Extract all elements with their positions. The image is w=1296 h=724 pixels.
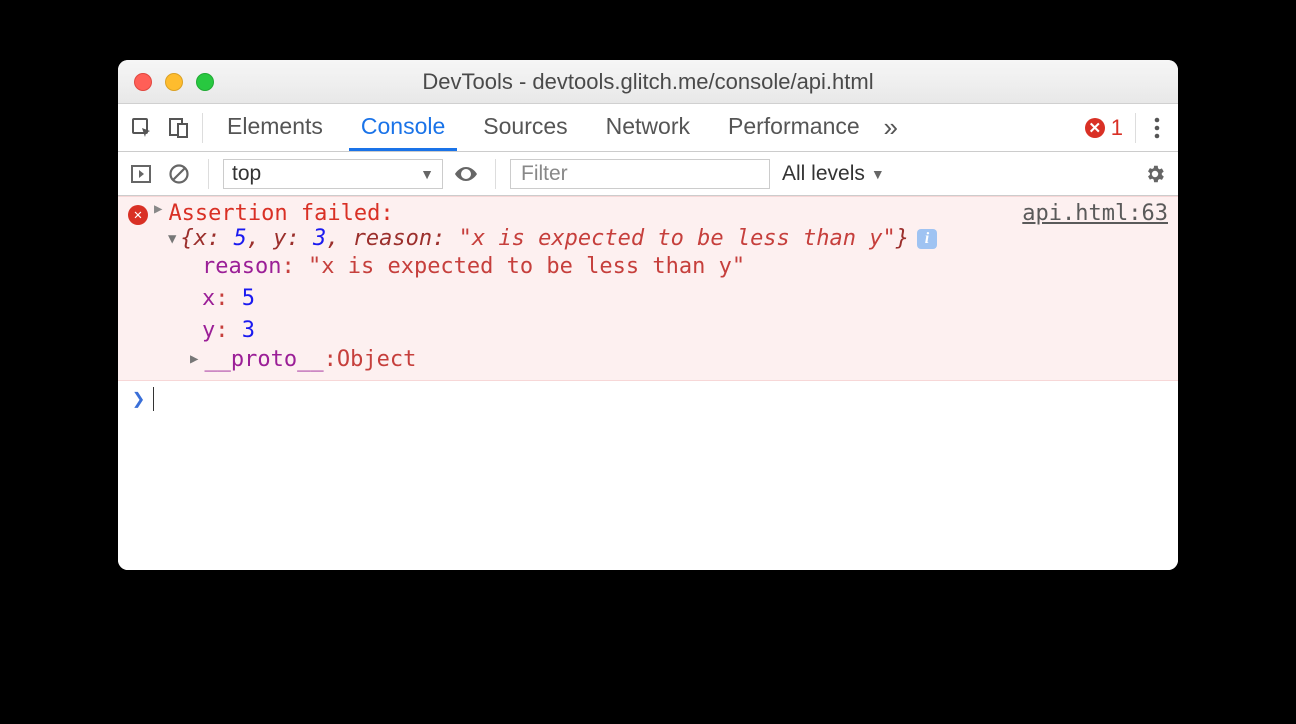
- inspect-element-icon[interactable]: [124, 110, 160, 146]
- source-link[interactable]: api.html:63: [1022, 201, 1168, 226]
- console-toolbar: top ▼ Filter All levels ▼: [118, 152, 1178, 196]
- filter-placeholder: Filter: [521, 162, 568, 186]
- error-icon: ✕: [128, 205, 148, 225]
- console-prompt[interactable]: ❯: [118, 381, 1178, 418]
- error-message: ✕ Assertion failed: api.html:63 { x: 5, …: [118, 196, 1178, 381]
- live-expression-icon[interactable]: [451, 159, 481, 189]
- assertion-label: Assertion failed:: [168, 201, 393, 226]
- prop-value: "x is expected to be less than y": [308, 254, 745, 279]
- expand-toggle[interactable]: [154, 201, 162, 217]
- caret-down-icon: ▼: [871, 166, 885, 182]
- error-count-number: 1: [1111, 115, 1123, 141]
- clear-console-icon[interactable]: [164, 159, 194, 189]
- info-badge-icon[interactable]: i: [917, 229, 937, 249]
- console-output: ✕ Assertion failed: api.html:63 { x: 5, …: [118, 196, 1178, 570]
- log-levels-selector[interactable]: All levels ▼: [782, 162, 885, 186]
- prop-value: 3: [242, 318, 255, 343]
- levels-label: All levels: [782, 162, 865, 186]
- divider: [495, 159, 496, 189]
- divider: [208, 159, 209, 189]
- preview-value: 3: [313, 226, 326, 251]
- device-toolbar-icon[interactable]: [160, 110, 196, 146]
- prop-key: reason: [202, 254, 281, 279]
- prop-value: 5: [242, 286, 255, 311]
- text-cursor: [153, 387, 154, 411]
- devtools-window: DevTools - devtools.glitch.me/console/ap…: [118, 60, 1178, 570]
- tab-network[interactable]: Network: [594, 104, 702, 151]
- devtools-menu-button[interactable]: [1142, 117, 1172, 139]
- brace-open: {: [180, 226, 193, 251]
- proto-row[interactable]: __proto__: Object: [184, 347, 1168, 372]
- more-tabs-button[interactable]: »: [876, 112, 906, 143]
- error-header-row: ✕ Assertion failed: api.html:63: [128, 201, 1168, 226]
- close-window-button[interactable]: [134, 73, 152, 91]
- toggle-sidebar-icon[interactable]: [126, 159, 156, 189]
- prop-key: __proto__: [204, 347, 323, 372]
- context-selector[interactable]: top ▼: [223, 159, 443, 189]
- traffic-lights: [118, 73, 214, 91]
- preview-key: reason: [353, 226, 432, 251]
- titlebar: DevTools - devtools.glitch.me/console/ap…: [118, 60, 1178, 104]
- error-badge-icon: ✕: [1085, 118, 1105, 138]
- window-title: DevTools - devtools.glitch.me/console/ap…: [118, 69, 1178, 95]
- filter-input[interactable]: Filter: [510, 159, 770, 189]
- caret-down-icon: ▼: [420, 166, 434, 182]
- collapse-toggle[interactable]: [168, 231, 176, 247]
- main-tabbar: Elements Console Sources Network Perform…: [118, 104, 1178, 152]
- divider: [202, 113, 203, 143]
- tab-sources[interactable]: Sources: [471, 104, 579, 151]
- preview-value: 5: [233, 226, 246, 251]
- preview-key: y: [273, 226, 286, 251]
- tab-performance[interactable]: Performance: [716, 104, 872, 151]
- divider: [1135, 113, 1136, 143]
- tab-elements[interactable]: Elements: [215, 104, 335, 151]
- error-count[interactable]: ✕ 1: [1085, 115, 1123, 141]
- panel-tabs: Elements Console Sources Network Perform…: [215, 104, 872, 151]
- console-settings-icon[interactable]: [1140, 159, 1170, 189]
- property-row[interactable]: y: 3: [202, 315, 1168, 347]
- brace-close: }: [896, 226, 909, 251]
- prompt-chevron-icon: ❯: [132, 387, 145, 412]
- prop-key: x: [202, 286, 215, 311]
- property-row[interactable]: x: 5: [202, 283, 1168, 315]
- property-row[interactable]: reason: "x is expected to be less than y…: [202, 251, 1168, 283]
- preview-value: "x is expected to be less than y": [459, 226, 896, 251]
- context-value: top: [232, 162, 261, 186]
- prop-key: y: [202, 318, 215, 343]
- object-properties: reason: "x is expected to be less than y…: [202, 251, 1168, 347]
- object-preview[interactable]: { x: 5, y: 3, reason: "x is expected to …: [162, 226, 1168, 251]
- expand-toggle[interactable]: [190, 351, 198, 367]
- tab-console[interactable]: Console: [349, 104, 457, 151]
- zoom-window-button[interactable]: [196, 73, 214, 91]
- minimize-window-button[interactable]: [165, 73, 183, 91]
- prop-value: Object: [337, 347, 416, 372]
- preview-key: x: [194, 226, 207, 251]
